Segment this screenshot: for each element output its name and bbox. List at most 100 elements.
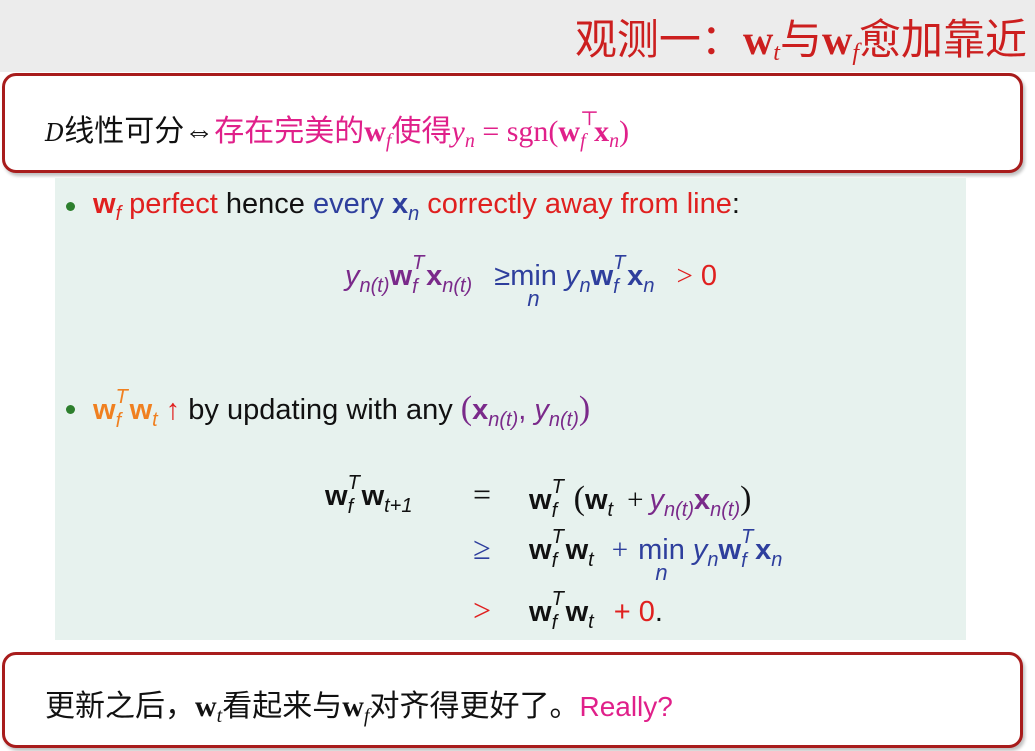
def-eq: = sgn( <box>474 115 559 148</box>
e2r1-x: x <box>694 484 711 516</box>
e1-nt2: n(t) <box>442 275 473 297</box>
e2r1-rp: ) <box>740 480 752 517</box>
e1-n3: n <box>643 275 655 297</box>
b2-lp: ( <box>460 390 473 427</box>
e2r3-period: . <box>654 596 663 628</box>
b2-nt2: n(t) <box>548 409 579 431</box>
bullet-2-dot <box>66 405 75 414</box>
e2r1-y: y <box>649 484 665 516</box>
c-w2: w <box>342 690 364 723</box>
e2r2-n: n <box>707 549 719 571</box>
c-text2: 看起来与 <box>222 690 343 723</box>
e1-w: w <box>389 260 413 292</box>
e2r1-lp: ( <box>573 480 585 517</box>
e2-lhs-w2: w <box>361 480 385 512</box>
b1-every: every <box>312 188 392 220</box>
def-y: y <box>451 115 465 148</box>
e1-x: x <box>426 260 443 292</box>
c-w: w <box>195 690 217 723</box>
e2r1-plus: + <box>627 484 644 516</box>
title-w: w <box>742 18 774 64</box>
e2r2-w3: w <box>718 534 742 566</box>
eq2-rel-ge: ≥ <box>473 530 491 566</box>
e2r2-w: w <box>529 534 552 566</box>
b1-perfect: perfect <box>121 188 218 220</box>
e1-w2: w <box>590 260 614 292</box>
e2r2-w2: w <box>565 534 589 566</box>
conclusion-text: 更新之后，wt看起来与wf对齐得更好了。Really? <box>45 681 673 726</box>
eq2-rel-gt: > <box>473 592 492 628</box>
e2-lhs-t1: t+1 <box>384 495 413 517</box>
e2r1-w2: w <box>584 484 608 516</box>
def-w: w <box>364 115 386 148</box>
b1-x: x <box>391 188 409 220</box>
d-symbol: D <box>45 119 65 147</box>
title-t-sub: t <box>773 40 780 66</box>
def-close: ) <box>619 115 630 148</box>
e2r2-x: x <box>755 534 772 566</box>
e1-zero: 0 <box>700 260 718 292</box>
e1-y: y <box>345 260 360 292</box>
b2-x: x <box>472 394 489 426</box>
b1-n: n <box>408 203 420 225</box>
b2-text: by updating with any <box>180 394 461 426</box>
e2r1-t: t <box>607 499 614 521</box>
e1-nt: n(t) <box>359 275 390 297</box>
definition-box: D线性可分⇔存在完美的wf使得yn = sgn(w ⊤ f xn) <box>2 73 1023 173</box>
title-suffix: 愈加靠近 <box>858 18 1027 64</box>
title-prefix: 观测一： <box>574 18 743 64</box>
c-text3: 对齐得更好了。 <box>369 690 580 723</box>
c-really: Really? <box>579 691 673 722</box>
b2-y: y <box>534 394 549 426</box>
slide-title: 观测一：wt与wf愈加靠近 <box>575 6 1027 67</box>
e2r2-min: min n <box>638 534 685 585</box>
eq2-rhs-1: wTf (wt + yn(t)xn(t)) <box>529 476 752 522</box>
slide-header: 观测一：wt与wf愈加靠近 <box>0 0 1035 72</box>
title-f-sub: f <box>852 40 859 66</box>
equation-1: yn(t)w Tf xn(t) ≥min n ynw Tf xn > 0 <box>345 252 718 311</box>
conclusion-box: 更新之后，wt看起来与wf对齐得更好了。Really? <box>2 652 1023 748</box>
e2r2-t: t <box>588 549 594 571</box>
b1-correctly: correctly away from line <box>419 188 732 220</box>
e1-n2: n <box>579 275 591 297</box>
e1-min: min n <box>510 260 557 311</box>
content-panel: wf perfect hence every xn correctly away… <box>55 178 966 640</box>
def-n: n <box>464 130 475 152</box>
eq2-rel-eq: = <box>473 476 492 512</box>
def-text3: 使得 <box>391 115 452 148</box>
definition-text: D线性可分⇔存在完美的wf使得yn = sgn(w ⊤ f xn) <box>45 108 630 152</box>
b2-nt: n(t) <box>488 409 519 431</box>
e1-ge: ≥ <box>494 260 511 292</box>
eq2-lhs: w Tf wt+1 <box>325 472 413 518</box>
bullet-1-text: wf perfect hence every xn correctly away… <box>93 188 740 224</box>
b2-comma: , <box>518 394 535 426</box>
b2-w: w <box>93 394 116 426</box>
e1-y2: y <box>564 260 580 292</box>
def-text2: 存在完美的 <box>214 115 365 148</box>
bullet-1-dot <box>66 202 75 211</box>
e2r1-w: w <box>529 484 552 516</box>
title-mid: 与 <box>779 18 822 64</box>
e2-lhs-w: w <box>325 480 348 512</box>
def-text1: 线性可分⇔ <box>64 115 215 148</box>
e1-gt: > <box>676 260 693 292</box>
c-text1: 更新之后， <box>45 690 195 723</box>
e2r1-nt: n(t) <box>664 499 694 521</box>
def-n2: n <box>609 130 620 152</box>
bullet-2-text: w Tf wt ↑ by updating with any (xn(t), yn(… <box>93 386 591 432</box>
eq2-rhs-2: w Tf wt + min n ynw Tf xn <box>529 526 783 585</box>
e1-x2: x <box>627 260 644 292</box>
e2r1-nt2: n(t) <box>710 499 741 521</box>
e2r3-t: t <box>588 611 594 633</box>
e2r2-n2: n <box>771 549 783 571</box>
title-w2: w <box>821 18 853 64</box>
e2r3-zero: + 0 <box>613 596 655 628</box>
b1-colon: : <box>731 188 740 220</box>
b2-arrow: ↑ <box>157 394 181 426</box>
def-w2: w <box>558 115 581 148</box>
e2r2-plus: + <box>611 534 629 566</box>
b2-rp: ) <box>578 390 591 427</box>
e2r3-w2: w <box>565 596 589 628</box>
e2r3-w: w <box>529 596 552 628</box>
b2-w2: w <box>129 394 153 426</box>
